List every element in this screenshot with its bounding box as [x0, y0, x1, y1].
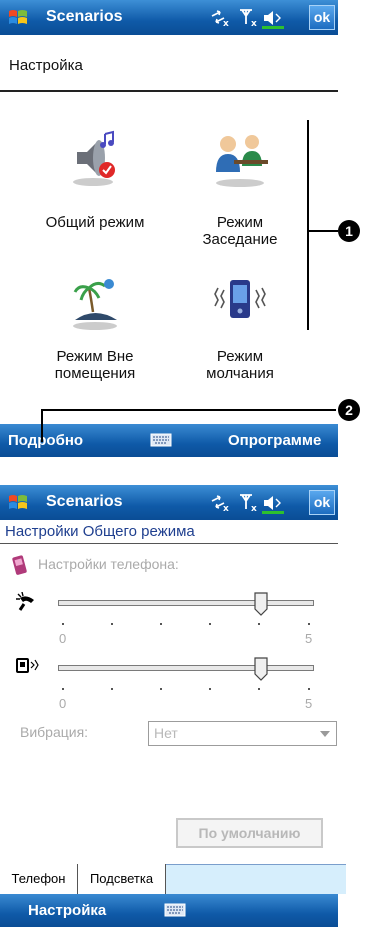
tick	[111, 688, 113, 690]
tick	[111, 623, 113, 625]
ok-button[interactable]: ok	[309, 5, 335, 30]
tick	[209, 688, 211, 690]
window-title: Scenarios	[46, 493, 123, 510]
tick	[160, 623, 162, 625]
scenario-silent[interactable]: Режим молчания	[180, 276, 300, 382]
callout-number: 2	[338, 399, 360, 421]
device-volume-icon	[16, 658, 39, 673]
svg-text:x: x	[223, 504, 229, 514]
softkey-settings[interactable]: Настройка	[28, 902, 106, 919]
callout-number: 1	[338, 220, 360, 242]
scale-max-label: 5	[305, 631, 313, 646]
windows-start-icon[interactable]	[6, 6, 30, 30]
scenario-label: Общий режим	[45, 214, 145, 231]
phone-settings-label: Настройки телефона:	[38, 556, 179, 572]
title-bar: Scenarios x x ok	[0, 485, 338, 520]
speaker-music-icon	[73, 130, 115, 186]
tab-phone[interactable]: Телефон	[0, 864, 78, 895]
phone-settings-icon	[12, 555, 27, 575]
status-icons[interactable]: x x	[206, 491, 304, 515]
scenario-general[interactable]: Общий режим	[30, 128, 160, 231]
meeting-people-icon	[216, 135, 268, 187]
ok-button[interactable]: ok	[309, 490, 335, 515]
tick	[209, 623, 211, 625]
tick	[308, 688, 310, 690]
scenario-label: Режим Вне	[56, 348, 134, 365]
status-icons[interactable]: x x	[206, 6, 304, 30]
svg-text:x: x	[251, 504, 257, 514]
scale-max-label: 5	[305, 696, 313, 711]
page-header: Настройка	[0, 35, 338, 92]
tick	[62, 623, 64, 625]
callout-line	[41, 409, 336, 442]
page-title: Настройка	[9, 57, 83, 74]
slider-thumb[interactable]	[254, 657, 268, 681]
title-bar: Scenarios x x ok	[0, 0, 338, 35]
vibration-select[interactable]: Нет	[148, 721, 337, 746]
tick	[258, 623, 260, 625]
tab-backlight[interactable]: Подсветка	[77, 864, 166, 895]
svg-text:x: x	[223, 19, 229, 29]
window-title: Scenarios	[46, 8, 123, 25]
tab-strip: Телефон Подсветка	[0, 864, 346, 895]
scenario-label: Режим	[216, 348, 264, 365]
keyboard-icon[interactable]	[164, 902, 186, 918]
tick	[62, 688, 64, 690]
svg-text:x: x	[251, 19, 257, 29]
windows-start-icon[interactable]	[6, 491, 30, 515]
softkey-bar: Настройка	[0, 894, 338, 927]
scenario-label: помещения	[54, 365, 136, 382]
page-header: Настройки Общего режима	[0, 520, 338, 544]
scenario-label: молчания	[206, 365, 274, 382]
scale-min-label: 0	[59, 696, 67, 711]
ringer-icon	[16, 592, 34, 611]
palm-island-icon	[73, 279, 117, 330]
scenario-outdoor[interactable]: Режим Вне помещения	[30, 276, 160, 382]
tick	[308, 623, 310, 625]
default-button[interactable]: По умолчанию	[176, 818, 323, 848]
slider-thumb[interactable]	[254, 592, 268, 616]
slider-track	[58, 665, 314, 671]
vibrating-phone-icon	[214, 280, 266, 318]
vibration-label: Вибрация:	[20, 724, 89, 740]
scenario-label: Заседание	[202, 231, 278, 248]
tick	[160, 688, 162, 690]
scale-min-label: 0	[59, 631, 67, 646]
vibration-select-value: Нет	[154, 725, 178, 741]
chevron-down-icon	[320, 731, 330, 737]
scenario-meeting[interactable]: Режим Заседание	[180, 128, 300, 248]
slider-track	[58, 600, 314, 606]
page-title: Настройки Общего режима	[5, 523, 195, 540]
tick	[258, 688, 260, 690]
scenario-label: Режим	[216, 214, 264, 231]
